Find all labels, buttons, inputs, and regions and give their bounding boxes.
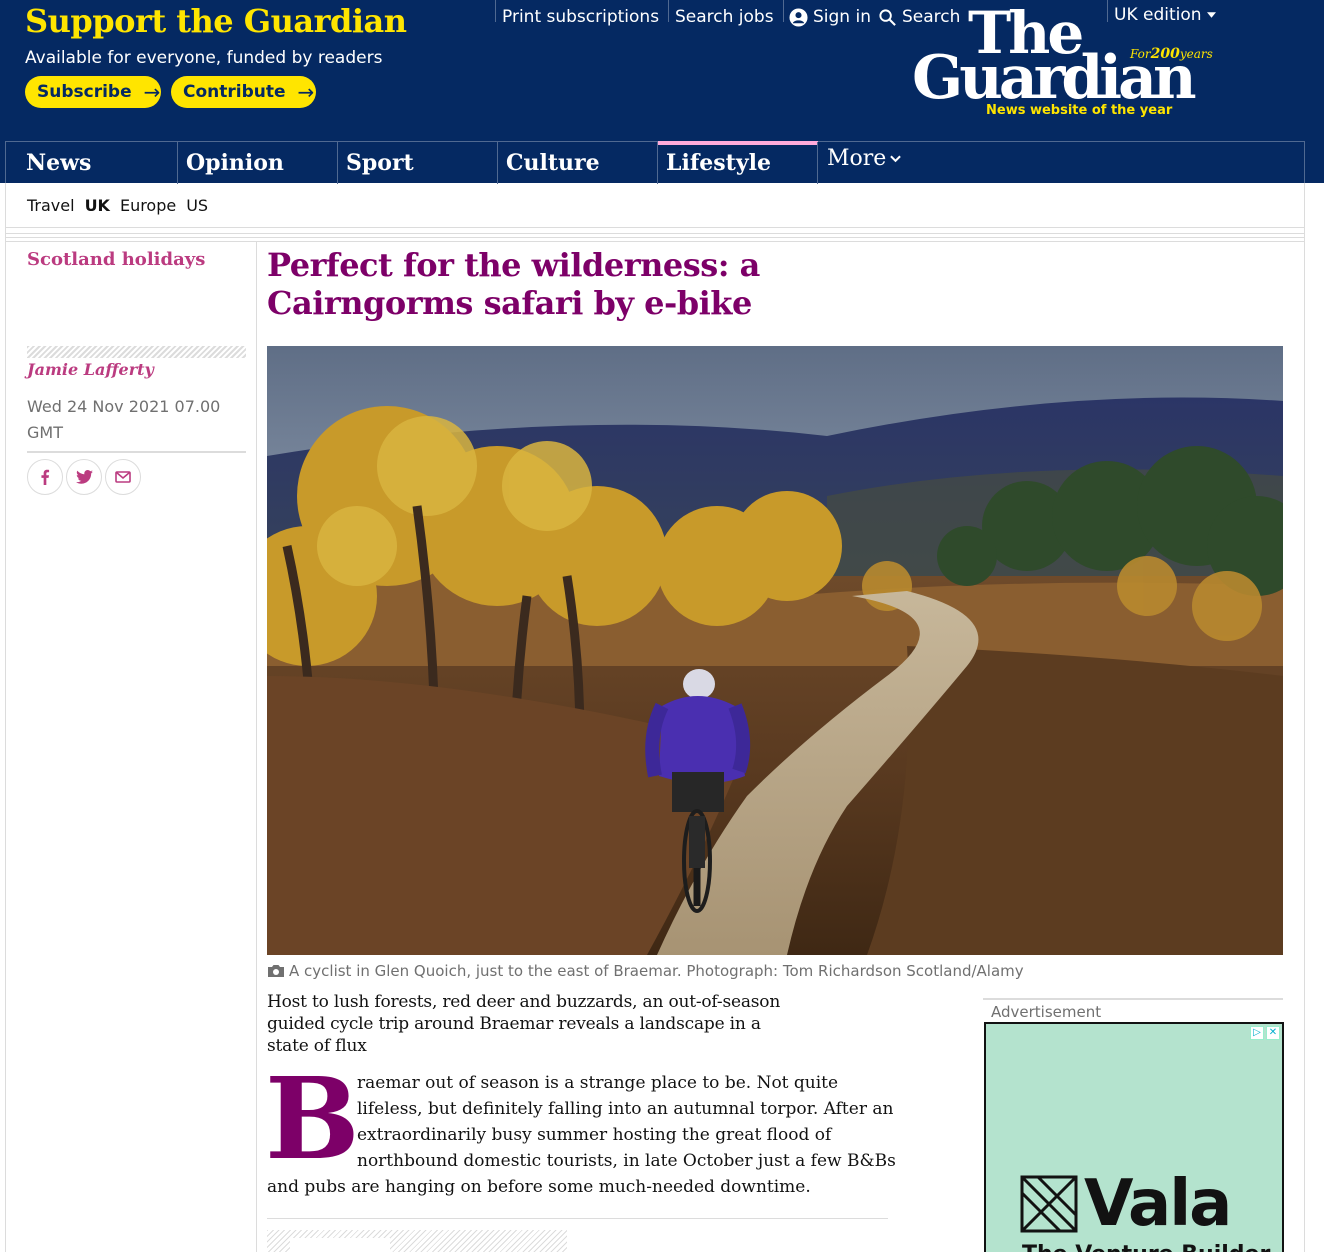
divider [5, 233, 1305, 234]
divider [267, 1218, 888, 1219]
search-jobs-label: Search jobs [675, 7, 774, 27]
standfirst: Host to lush forests, red deer and buzza… [267, 992, 781, 1056]
advert-tagline: The Venture Builder [1022, 1242, 1270, 1252]
print-subscriptions-label: Print subscriptions [502, 7, 660, 27]
body-line: extraordinarily busy summer hosting the … [357, 1125, 832, 1145]
loading-placeholder-gap [290, 1238, 390, 1252]
share-email-button[interactable] [105, 459, 141, 495]
main-nav: News Opinion Sport Culture Lifestyle Mor… [5, 141, 1305, 184]
divider [5, 241, 1305, 242]
divider [783, 0, 784, 22]
advert-logo: Vala [1020, 1167, 1232, 1241]
ad-info-icon[interactable]: ▷ [1250, 1026, 1264, 1040]
ad-choices[interactable]: ▷ ✕ [1250, 1026, 1280, 1040]
article-headline: Perfect for the wilderness: a Cairngorms… [267, 246, 760, 322]
caption-text: A cyclist in Glen Quoich, just to the ea… [289, 962, 1024, 980]
divider [668, 0, 669, 22]
column-divider [256, 242, 257, 1252]
author-byline[interactable]: Jamie Lafferty [27, 360, 154, 379]
divider [27, 451, 246, 453]
nav-news-label: News [26, 150, 92, 176]
subnav-europe[interactable]: Europe [120, 196, 176, 215]
cyclist-landscape-image [267, 346, 1283, 955]
email-icon [115, 471, 131, 483]
arrow-right-icon: → [143, 80, 161, 104]
print-subscriptions-link[interactable]: Print subscriptions [502, 6, 659, 28]
support-subtitle: Available for everyone, funded by reader… [25, 48, 383, 68]
sign-in-link[interactable]: Sign in [789, 6, 871, 28]
logo-award: News website of the year [986, 103, 1173, 118]
advert-box[interactable]: ▷ ✕ Vala The Venture Builder [984, 1022, 1284, 1252]
nav-culture-label: Culture [506, 150, 600, 176]
search-jobs-link[interactable]: Search jobs [675, 6, 774, 28]
subnav-travel[interactable]: Travel [27, 196, 75, 215]
contribute-label: Contribute [183, 82, 286, 102]
divider [5, 237, 1305, 238]
advert-brand: Vala [1084, 1167, 1232, 1241]
nav-lifestyle-label: Lifestyle [666, 150, 771, 176]
contribute-button[interactable]: Contribute → [171, 76, 316, 108]
subnav-uk[interactable]: UK [85, 196, 110, 215]
section-kicker[interactable]: Scotland holidays [27, 249, 205, 270]
hero-image[interactable] [267, 346, 1283, 955]
body-line: raemar out of season is a strange place … [357, 1073, 839, 1093]
drop-cap: B [265, 1054, 360, 1185]
support-title: Support the Guardian [25, 2, 407, 40]
chevron-down-icon [890, 155, 902, 162]
nav-lifestyle[interactable]: Lifestyle [657, 141, 818, 184]
vala-logo-icon [1020, 1175, 1078, 1233]
logo-for-200-years: For200years [1130, 46, 1213, 62]
body-line: northbound domestic tourists, in late Oc… [357, 1151, 896, 1171]
body-line: lifeless, but definitely falling into an… [357, 1099, 894, 1119]
share-twitter-button[interactable] [66, 459, 102, 495]
search-icon [879, 8, 896, 26]
image-caption: A cyclist in Glen Quoich, just to the ea… [267, 962, 1024, 980]
sub-nav: Travel UK Europe US [5, 183, 1305, 228]
twitter-icon [75, 470, 93, 484]
body-line: and pubs are hanging on before some much… [267, 1177, 811, 1197]
subscribe-button[interactable]: Subscribe → [25, 76, 161, 108]
divider [983, 998, 1283, 1000]
nav-news[interactable]: News [6, 142, 177, 184]
masthead: Support the Guardian Available for every… [0, 0, 1324, 184]
nav-opinion[interactable]: Opinion [177, 142, 337, 184]
divider [27, 346, 246, 358]
advert-label: Advertisement [991, 1003, 1102, 1021]
nav-culture[interactable]: Culture [497, 142, 657, 184]
user-icon [789, 7, 808, 27]
publish-date: Wed 24 Nov 2021 07.00 GMT [27, 397, 221, 442]
arrow-right-icon: → [297, 80, 315, 104]
divider [495, 0, 496, 22]
nav-more[interactable]: More [827, 146, 902, 171]
page-border [1304, 228, 1305, 1252]
camera-icon [268, 965, 284, 977]
nav-more-label: More [827, 146, 887, 171]
subscribe-label: Subscribe [37, 82, 132, 102]
nav-sport-label: Sport [346, 150, 414, 176]
guardian-logo[interactable]: The Guardian For200years News website of… [912, 4, 1213, 124]
ad-close-icon[interactable]: ✕ [1266, 1026, 1280, 1040]
page-border [5, 228, 6, 1252]
nav-opinion-label: Opinion [186, 150, 284, 176]
facebook-icon [41, 469, 50, 485]
divider [817, 142, 827, 184]
subnav-us[interactable]: US [186, 196, 208, 215]
sign-in-label: Sign in [813, 7, 871, 27]
nav-sport[interactable]: Sport [337, 142, 497, 184]
share-facebook-button[interactable] [27, 459, 63, 495]
